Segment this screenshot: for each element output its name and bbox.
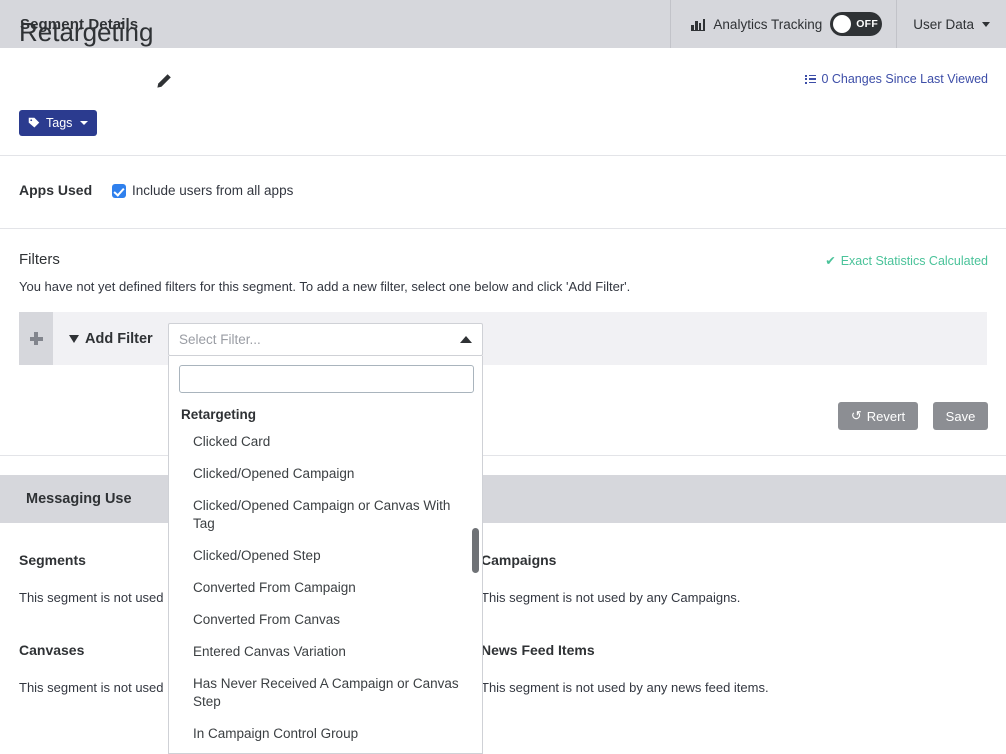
filter-select-combobox[interactable]: Select Filter... [168,323,483,356]
messaging-use-band: Messaging Use [0,475,1006,523]
column-text-campaigns: This segment is not used by any Campaign… [481,590,740,605]
chevron-up-icon [460,336,472,343]
dropdown-item[interactable]: In Campaign Control Group [169,718,482,750]
include-all-apps-label: Include users from all apps [132,183,293,198]
column-heading-news-feed: News Feed Items [481,642,595,658]
apps-used-label: Apps Used [19,182,92,198]
segment-name: Retargeting [19,19,153,45]
add-filter-label: Add Filter [85,331,153,347]
dropdown-item[interactable]: Converted From Campaign [169,572,482,604]
divider [0,455,1006,456]
dropdown-item[interactable]: Converted From Canvas [169,604,482,636]
column-heading-canvases: Canvases [19,642,84,658]
chevron-down-icon [80,121,88,125]
divider [0,228,1006,229]
toggle-knob [833,15,851,33]
exact-statistics-label: Exact Statistics Calculated [841,254,988,268]
dropdown-item[interactable]: Clicked/Opened Step [169,540,482,572]
tag-icon [28,117,40,129]
divider [0,155,1006,156]
dropdown-group-label: Retargeting [169,395,482,426]
tags-button[interactable]: Tags [19,110,97,136]
chevron-down-icon [982,22,990,27]
add-filter-button[interactable]: Add Filter [53,312,169,365]
changes-since-last-viewed-link[interactable]: 0 Changes Since Last Viewed [805,72,988,86]
dropdown-scrollbar[interactable] [472,528,479,573]
dropdown-item[interactable]: Entered Canvas Variation [169,636,482,668]
column-heading-segments: Segments [19,552,86,568]
pencil-icon[interactable] [156,73,172,89]
exact-statistics-status: ✔ Exact Statistics Calculated [825,253,988,268]
column-text-news-feed: This segment is not used by any news fee… [481,680,769,695]
analytics-tracking-label: Analytics Tracking [713,17,822,32]
plus-icon [30,332,43,345]
save-button-label: Save [946,409,976,424]
user-data-label: User Data [913,17,974,32]
revert-button-label: Revert [867,409,905,424]
toggle-state-label: OFF [856,18,878,30]
analytics-tracking-toggle[interactable]: OFF [830,12,882,36]
filter-search-input[interactable] [179,365,474,393]
dropdown-item[interactable]: Clicked Card [169,426,482,458]
segment-details-page: Segment Details Analytics Tracking OFF U… [0,0,1006,754]
filters-heading: Filters [19,251,60,268]
dropdown-item[interactable]: Clicked/Opened Campaign or Canvas With T… [169,490,482,540]
changes-link-label: 0 Changes Since Last Viewed [821,72,988,86]
list-icon [805,75,816,84]
bar-chart-icon [691,18,705,31]
include-all-apps-checkbox[interactable] [112,184,126,198]
check-icon: ✔ [825,253,835,268]
messaging-use-title: Messaging Use [26,491,132,507]
analytics-tracking-cell: Analytics Tracking OFF [670,0,896,48]
filter-select-dropdown: Retargeting Clicked Card Clicked/Opened … [168,356,483,754]
add-filter-bar: Add Filter [19,312,987,365]
dropdown-item[interactable]: Has Never Received A Campaign or Canvas … [169,668,482,718]
filters-description: You have not yet defined filters for thi… [19,279,630,294]
funnel-icon [69,335,79,343]
save-button[interactable]: Save [933,402,988,430]
top-bar-right: Analytics Tracking OFF User Data [670,0,1006,48]
add-filter-plus-button[interactable] [19,312,53,365]
user-data-menu[interactable]: User Data [896,0,1006,48]
column-heading-campaigns: Campaigns [481,552,556,568]
filter-select-placeholder: Select Filter... [179,332,261,347]
dropdown-item[interactable]: Clicked/Opened Campaign [169,458,482,490]
undo-icon: ↺ [851,408,862,424]
tags-button-label: Tags [46,116,72,130]
revert-button[interactable]: ↺ Revert [838,402,918,430]
